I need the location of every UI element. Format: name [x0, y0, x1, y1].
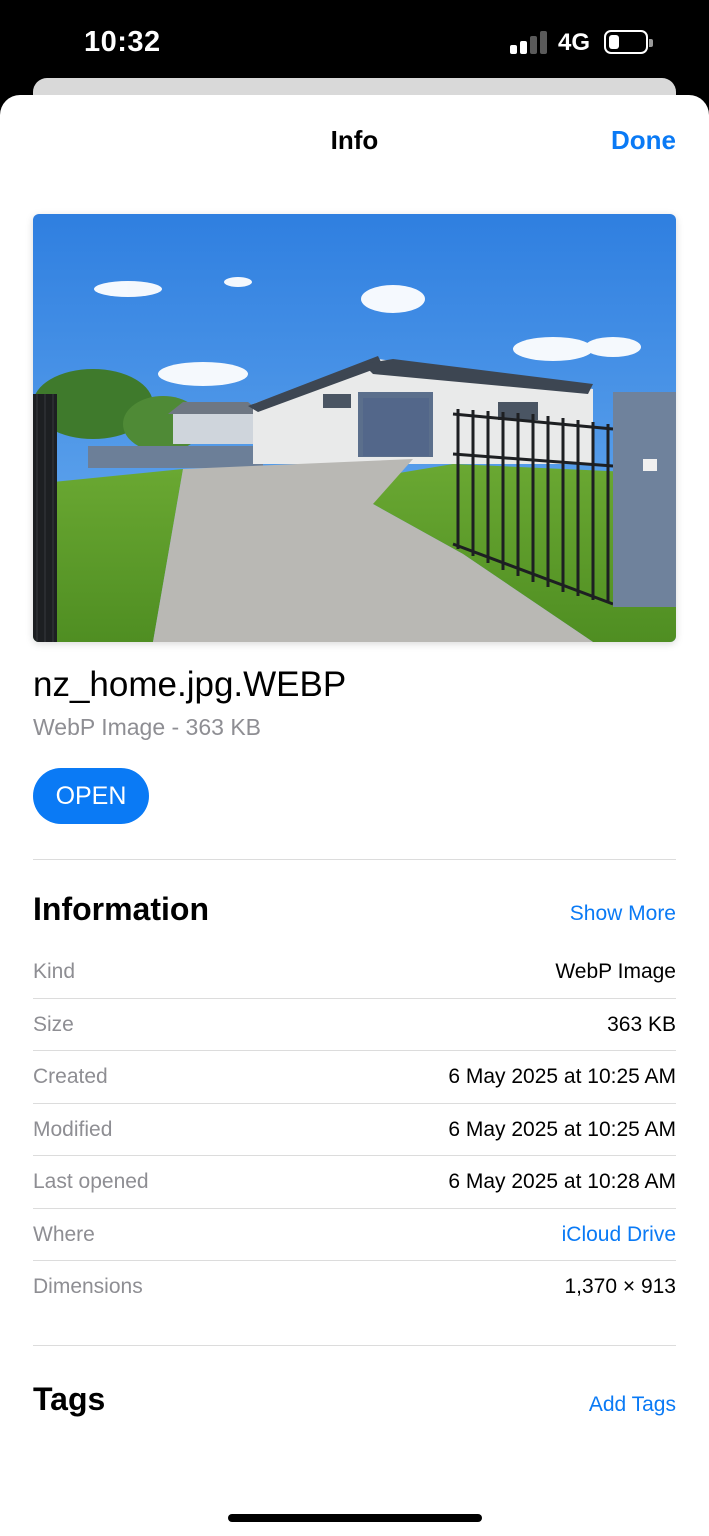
info-row-where: Where iCloud Drive — [33, 1209, 676, 1261]
divider — [33, 859, 676, 860]
show-more-button[interactable]: Show More — [570, 902, 676, 926]
tags-heading: Tags — [33, 1381, 106, 1417]
house-photo — [33, 214, 676, 642]
info-row-modified: Modified 6 May 2025 at 10:25 AM — [33, 1104, 676, 1156]
cellular-signal-icon — [510, 30, 548, 54]
file-kind-size: WebP Image - 363 KB — [33, 714, 262, 740]
done-button[interactable]: Done — [611, 125, 676, 156]
information-list: Kind WebP Image Size 363 KB Created 6 Ma… — [33, 946, 676, 1314]
info-label: Kind — [33, 960, 76, 983]
home-indicator[interactable] — [228, 1514, 482, 1522]
info-label: Last opened — [33, 1170, 149, 1193]
battery-icon — [604, 30, 653, 54]
status-time: 10:32 — [84, 26, 161, 58]
info-row-created: Created 6 May 2025 at 10:25 AM — [33, 1051, 676, 1104]
image-preview[interactable] — [33, 214, 676, 642]
info-row-last-opened: Last opened 6 May 2025 at 10:28 AM — [33, 1156, 676, 1209]
add-tags-button[interactable]: Add Tags — [589, 1393, 676, 1417]
info-label: Where — [33, 1222, 95, 1246]
information-heading: Information — [33, 891, 209, 927]
info-value: WebP Image — [555, 960, 676, 983]
where-location-link[interactable]: iCloud Drive — [562, 1223, 676, 1247]
info-label: Modified — [33, 1117, 113, 1141]
info-row-kind: Kind WebP Image — [33, 946, 676, 999]
info-value: 1,370 × 913 — [564, 1275, 676, 1298]
info-value: 6 May 2025 at 10:28 AM — [448, 1170, 676, 1193]
info-label: Size — [33, 1012, 74, 1036]
info-value: 6 May 2025 at 10:25 AM — [448, 1065, 676, 1088]
file-name: nz_home.jpg.WEBP — [33, 665, 347, 704]
status-bar: 10:32 4G — [0, 0, 709, 90]
info-label: Dimensions — [33, 1275, 143, 1298]
info-row-size: Size 363 KB — [33, 999, 676, 1051]
open-button[interactable]: OPEN — [33, 768, 149, 824]
info-row-dimensions: Dimensions 1,370 × 913 — [33, 1261, 676, 1314]
network-type: 4G — [558, 29, 591, 56]
info-label: Created — [33, 1065, 108, 1088]
info-value: 6 May 2025 at 10:25 AM — [448, 1117, 676, 1141]
info-sheet: Info Done nz_home.jpg.WEBP WebP Image - … — [0, 95, 709, 1536]
info-value: 363 KB — [607, 1012, 676, 1036]
divider — [33, 1345, 676, 1346]
sheet-title: Info — [330, 125, 379, 155]
